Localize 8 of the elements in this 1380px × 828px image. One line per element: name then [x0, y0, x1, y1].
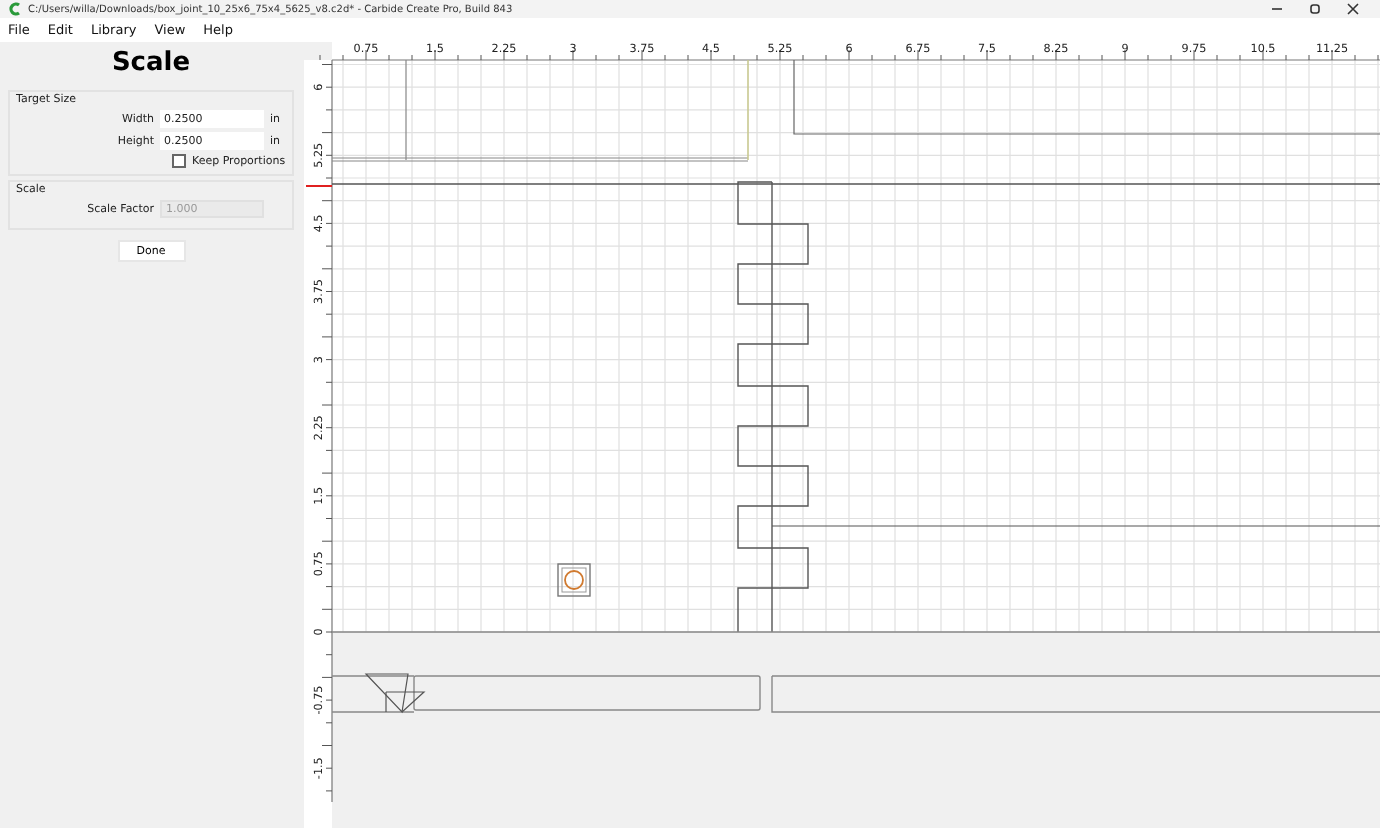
minimize-icon[interactable] — [1270, 2, 1284, 16]
position-marker — [305, 185, 333, 187]
triangle-drawing — [364, 673, 426, 714]
selected-part — [557, 563, 591, 597]
app-icon — [8, 2, 22, 16]
restore-icon[interactable] — [1308, 2, 1322, 16]
panel-heading: Scale — [109, 48, 193, 78]
close-icon[interactable] — [1346, 2, 1360, 16]
